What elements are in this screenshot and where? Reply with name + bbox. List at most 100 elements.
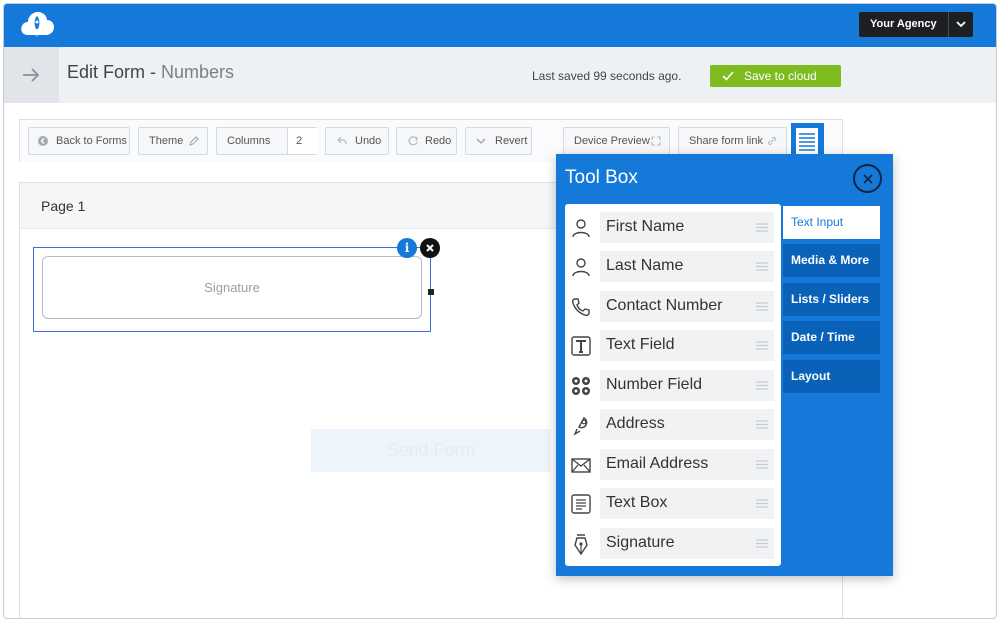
person-icon bbox=[572, 219, 590, 238]
field-item-bar: Number Field bbox=[600, 370, 774, 401]
close-icon bbox=[863, 174, 873, 184]
columns-control[interactable]: Columns 2 bbox=[216, 127, 317, 155]
app-window: Your Agency Edit Form - Numbers Last sav… bbox=[3, 3, 997, 619]
field-item-text-field[interactable]: Text Field bbox=[570, 330, 774, 361]
resize-handle[interactable] bbox=[428, 289, 434, 295]
field-item-label: First Name bbox=[606, 218, 685, 235]
save-to-cloud-button[interactable]: Save to cloud bbox=[710, 65, 841, 87]
field-item-label: Number Field bbox=[606, 376, 703, 393]
field-item-bar: Text Box bbox=[600, 488, 774, 519]
link-icon bbox=[767, 136, 777, 146]
field-item-text-box[interactable]: Text Box bbox=[570, 488, 774, 519]
field-item-bar: Email Address bbox=[600, 449, 774, 480]
field-item-label: Signature bbox=[606, 534, 675, 551]
save-to-cloud-label: Save to cloud bbox=[744, 69, 817, 83]
share-form-link-label: Share form link bbox=[689, 135, 763, 147]
field-item-contact-number[interactable]: Contact Number bbox=[570, 291, 774, 322]
field-list: First Name Last Name Contact Number Text… bbox=[565, 204, 781, 566]
expand-icon bbox=[651, 136, 661, 146]
phone-icon bbox=[571, 298, 590, 317]
toolbox-panel: Tool Box First Name Last Name Contact Nu… bbox=[556, 154, 893, 576]
back-circle-icon bbox=[38, 136, 48, 146]
share-form-link-button[interactable]: Share form link bbox=[678, 127, 787, 155]
chevron-down-icon bbox=[476, 138, 486, 144]
envelope-icon bbox=[571, 458, 591, 473]
redo-label: Redo bbox=[425, 135, 452, 147]
field-item-signature[interactable]: Signature bbox=[570, 528, 774, 559]
field-item-label: Text Field bbox=[606, 336, 675, 353]
field-item-last-name[interactable]: Last Name bbox=[570, 251, 774, 282]
form-name: Numbers bbox=[161, 62, 235, 82]
field-item-email-address[interactable]: Email Address bbox=[570, 449, 774, 480]
device-preview-button[interactable]: Device Preview bbox=[563, 127, 670, 155]
close-toolbox-button[interactable] bbox=[853, 164, 882, 193]
pen-nib-icon bbox=[574, 534, 588, 555]
agency-label: Your Agency bbox=[870, 18, 937, 30]
selected-signature-field[interactable]: Signature i bbox=[33, 238, 440, 332]
dropdown-separator bbox=[948, 12, 949, 37]
delete-field-icon[interactable] bbox=[420, 238, 440, 258]
field-item-bar: Last Name bbox=[600, 251, 774, 282]
toolbox-title: Tool Box bbox=[565, 167, 638, 188]
tab-text-input[interactable]: Text Input bbox=[783, 206, 880, 239]
tab-lists-sliders[interactable]: Lists / Sliders bbox=[783, 283, 880, 316]
field-item-label: Address bbox=[606, 415, 665, 432]
field-item-number-field[interactable]: Number Field bbox=[570, 370, 774, 401]
page-title: Edit Form - Numbers bbox=[67, 62, 234, 83]
theme-button[interactable]: Theme bbox=[138, 127, 208, 155]
redo-icon bbox=[408, 136, 418, 146]
columns-label: Columns bbox=[227, 135, 271, 147]
field-item-address[interactable]: Address bbox=[570, 409, 774, 440]
back-to-forms-button[interactable]: Back to Forms bbox=[28, 127, 130, 155]
signature-field[interactable]: Signature bbox=[42, 256, 422, 319]
columns-count-input[interactable]: 2 bbox=[287, 128, 317, 154]
field-item-bar: First Name bbox=[600, 212, 774, 243]
check-icon bbox=[722, 71, 734, 81]
undo-button[interactable]: Undo bbox=[325, 127, 389, 155]
drag-handle-icon[interactable] bbox=[756, 262, 768, 271]
undo-label: Undo bbox=[355, 135, 382, 147]
text-field-icon bbox=[571, 336, 591, 356]
drag-handle-icon[interactable] bbox=[756, 420, 768, 429]
field-item-first-name[interactable]: First Name bbox=[570, 212, 774, 243]
page-title-main: Edit Form - bbox=[67, 62, 162, 82]
tab-media-and-more[interactable]: Media & More bbox=[783, 244, 880, 277]
device-preview-label: Device Preview bbox=[574, 135, 650, 147]
chevron-down-icon bbox=[956, 12, 966, 37]
redo-button[interactable]: Redo bbox=[396, 127, 457, 155]
undo-icon bbox=[337, 136, 347, 145]
top-bar: Your Agency bbox=[4, 4, 996, 47]
back-arrow-button[interactable] bbox=[4, 47, 59, 103]
person-icon bbox=[572, 258, 590, 277]
arrow-right-icon bbox=[23, 68, 40, 82]
drag-handle-icon[interactable] bbox=[756, 341, 768, 350]
drag-handle-icon[interactable] bbox=[756, 223, 768, 232]
drag-handle-icon[interactable] bbox=[756, 302, 768, 311]
tab-layout[interactable]: Layout bbox=[783, 360, 880, 393]
pencil-icon bbox=[189, 136, 199, 146]
send-form-button[interactable]: Send Form bbox=[311, 429, 551, 472]
cloud-rocket-logo-icon[interactable] bbox=[19, 9, 55, 43]
field-item-label: Contact Number bbox=[606, 297, 723, 314]
number-field-icon bbox=[572, 377, 590, 395]
field-item-bar: Text Field bbox=[600, 330, 774, 361]
tab-date-time[interactable]: Date / Time bbox=[783, 321, 880, 354]
field-item-label: Email Address bbox=[606, 455, 709, 472]
back-to-forms-label: Back to Forms bbox=[56, 135, 127, 147]
field-item-bar: Signature bbox=[600, 528, 774, 559]
drag-handle-icon[interactable] bbox=[756, 539, 768, 548]
page-header: Edit Form - Numbers Last saved 99 second… bbox=[4, 47, 996, 103]
map-pin-icon bbox=[573, 417, 588, 436]
field-item-label: Text Box bbox=[606, 494, 668, 511]
info-icon[interactable]: i bbox=[397, 238, 417, 258]
drag-handle-icon[interactable] bbox=[756, 460, 768, 469]
drag-handle-icon[interactable] bbox=[756, 381, 768, 390]
field-item-bar: Contact Number bbox=[600, 291, 774, 322]
revert-button[interactable]: Revert bbox=[465, 127, 532, 155]
last-saved-status: Last saved 99 seconds ago. bbox=[532, 69, 682, 83]
revert-label: Revert bbox=[495, 135, 528, 147]
field-item-bar: Address bbox=[600, 409, 774, 440]
agency-dropdown[interactable]: Your Agency bbox=[859, 12, 973, 37]
text-box-icon bbox=[571, 494, 591, 514]
drag-handle-icon[interactable] bbox=[756, 499, 768, 508]
